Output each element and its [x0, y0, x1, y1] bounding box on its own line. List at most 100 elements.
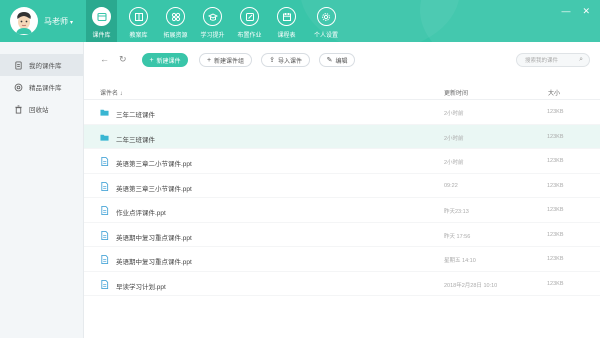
tab-study[interactable]: 学习提升 — [197, 0, 228, 42]
study-icon — [203, 7, 222, 26]
row-name: 英语期中复习重点课件.ppt — [116, 234, 192, 242]
resources-icon — [166, 7, 185, 26]
top-header: 马老师 ▾ 课件库 教案库 拓展资源 学习提升 布置作业 课程表 个人设置 — … — [0, 0, 600, 42]
lesson-plan-icon — [129, 7, 148, 26]
tab-schedule[interactable]: 课程表 — [271, 0, 302, 42]
file-icon — [101, 181, 109, 191]
sidebar-item-label: 精品课件库 — [29, 85, 62, 92]
row-size: 123KB — [547, 256, 564, 262]
homework-icon — [240, 7, 259, 26]
tab-label: 课程表 — [277, 33, 296, 39]
search-icon[interactable]: ⌕ — [579, 56, 583, 64]
table-row[interactable]: 三年二班课件 2小时前 123KB — [84, 100, 600, 125]
sidebar: 我的课件库 精品课件库 回收站 — [0, 42, 84, 338]
import-button[interactable]: ⇪ 导入课件 — [261, 53, 310, 67]
table-row[interactable]: 英语第三章三小节课件.ppt 09:22 123KB — [84, 174, 600, 198]
tab-label: 个人设置 — [313, 33, 338, 39]
tab-courseware[interactable]: 课件库 — [86, 0, 117, 42]
import-icon: ⇪ — [269, 57, 275, 64]
row-time: 2小时前 — [444, 160, 464, 166]
minimize-button[interactable]: — — [561, 6, 570, 17]
plus-icon: + — [206, 56, 212, 64]
premium-icon — [14, 83, 23, 91]
search-input[interactable]: 搜索我的课件 ⌕ — [516, 53, 590, 67]
file-icon — [101, 157, 109, 166]
file-list: 三年二班课件 2小时前 123KB 二年三班课件 2小时前 123KB 英语第三… — [84, 100, 600, 296]
folder-icon — [100, 134, 109, 141]
row-time: 昨天23:13 — [444, 209, 469, 215]
row-size: 123KB — [547, 182, 564, 189]
tab-homework[interactable]: 布置作业 — [234, 0, 265, 42]
tab-label: 教案库 — [129, 33, 148, 39]
gear-icon — [316, 7, 336, 26]
table-row[interactable]: 二年三班课件 2小时前 123KB — [84, 124, 600, 149]
column-header-updated[interactable]: 更新时间 — [444, 88, 468, 97]
row-name: 英语第三章二小节课件.ppt — [116, 161, 192, 168]
row-name: 英语第三章三小节课件.ppt — [116, 185, 192, 193]
sidebar-item-label: 回收站 — [29, 107, 49, 114]
new-courseware-button[interactable]: + 新建课件 — [142, 53, 188, 67]
row-time: 2小时前 — [444, 135, 464, 142]
tab-label: 课件库 — [92, 33, 111, 39]
file-icon — [101, 279, 109, 289]
avatar[interactable] — [10, 7, 38, 35]
table-row[interactable]: 英语第三章二小节课件.ppt 2小时前 123KB — [84, 149, 600, 174]
edit-button[interactable]: ✎ 编辑 — [319, 53, 355, 67]
tab-label: 拓展资源 — [163, 33, 188, 39]
window-controls: — ✕ — [549, 6, 590, 17]
tab-settings[interactable]: 个人设置 — [308, 0, 344, 42]
file-icon — [101, 230, 109, 240]
table-header: 课件名 ↓ 更新时间 大小 — [84, 82, 600, 100]
sidebar-item-label: 我的课件库 — [29, 63, 62, 70]
search-placeholder: 搜索我的课件 — [525, 58, 559, 64]
row-time: 昨天 17:56 — [444, 233, 471, 240]
trash-icon — [15, 104, 22, 114]
toolbar: ← ↻ + 新建课件 + 新建课件组 ⇪ 导入课件 ✎ 编辑 搜索我的课件 ⌕ — [84, 50, 600, 70]
tab-resources[interactable]: 拓展资源 — [160, 0, 191, 42]
refresh-icon[interactable]: ↻ — [119, 54, 127, 65]
button-label: 导入课件 — [277, 58, 302, 65]
row-size: 123KB — [547, 109, 564, 115]
folder-icon — [100, 109, 109, 116]
back-arrow-icon[interactable]: ← — [100, 54, 109, 64]
row-name: 英语期中复习重点课件.ppt — [116, 259, 192, 266]
row-name: 二年三班课件 — [116, 136, 155, 144]
button-label: 编辑 — [335, 58, 348, 65]
new-group-button[interactable]: + 新建课件组 — [199, 53, 252, 67]
plus-icon: + — [149, 56, 154, 64]
row-time: 星期五 14:10 — [444, 258, 476, 264]
table-row[interactable]: 早读学习计划.ppt 2018年2月28日 10:10 123KB — [84, 272, 600, 296]
row-size: 123KB — [547, 207, 564, 213]
username-text: 马老师 — [44, 16, 68, 26]
close-button[interactable]: ✕ — [582, 6, 590, 17]
button-label: 新建课件组 — [214, 58, 245, 65]
main-nav: 课件库 教案库 拓展资源 学习提升 布置作业 课程表 个人设置 — [86, 0, 350, 42]
sidebar-item-my-courseware[interactable]: 我的课件库 — [0, 54, 83, 76]
row-size: 123KB — [547, 158, 564, 164]
schedule-icon — [277, 7, 296, 26]
row-time: 09:22 — [444, 182, 458, 189]
row-name: 早读学习计划.ppt — [116, 283, 166, 291]
row-size: 123KB — [547, 231, 564, 238]
sidebar-item-premium-courseware[interactable]: 精品课件库 — [0, 76, 83, 98]
button-label: 新建课件 — [156, 58, 181, 65]
table-row[interactable]: 英语期中复习重点课件.ppt 昨天 17:56 123KB — [84, 223, 600, 247]
table-row[interactable]: 英语期中复习重点课件.ppt 星期五 14:10 123KB — [84, 247, 600, 272]
chevron-down-icon: ▾ — [70, 19, 74, 26]
tab-lesson-plans[interactable]: 教案库 — [123, 0, 154, 42]
row-name: 三年二班课件 — [116, 112, 155, 119]
column-header-name[interactable]: 课件名 ↓ — [100, 88, 123, 97]
row-name: 作业点评课件.ppt — [116, 210, 166, 217]
table-row[interactable]: 作业点评课件.ppt 昨天23:13 123KB — [84, 198, 600, 223]
row-size: 123KB — [547, 280, 564, 287]
tab-label: 学习提升 — [200, 33, 225, 39]
row-time: 2小时前 — [444, 111, 464, 117]
main-content: ← ↻ + 新建课件 + 新建课件组 ⇪ 导入课件 ✎ 编辑 搜索我的课件 ⌕ … — [84, 42, 600, 338]
sidebar-item-recycle-bin[interactable]: 回收站 — [0, 98, 83, 120]
file-icon — [101, 206, 109, 215]
username[interactable]: 马老师 ▾ — [44, 16, 73, 27]
column-header-size[interactable]: 大小 — [548, 88, 560, 97]
user-menu[interactable]: 马老师 ▾ — [10, 7, 73, 35]
file-icon — [101, 255, 109, 264]
document-icon — [15, 60, 22, 70]
